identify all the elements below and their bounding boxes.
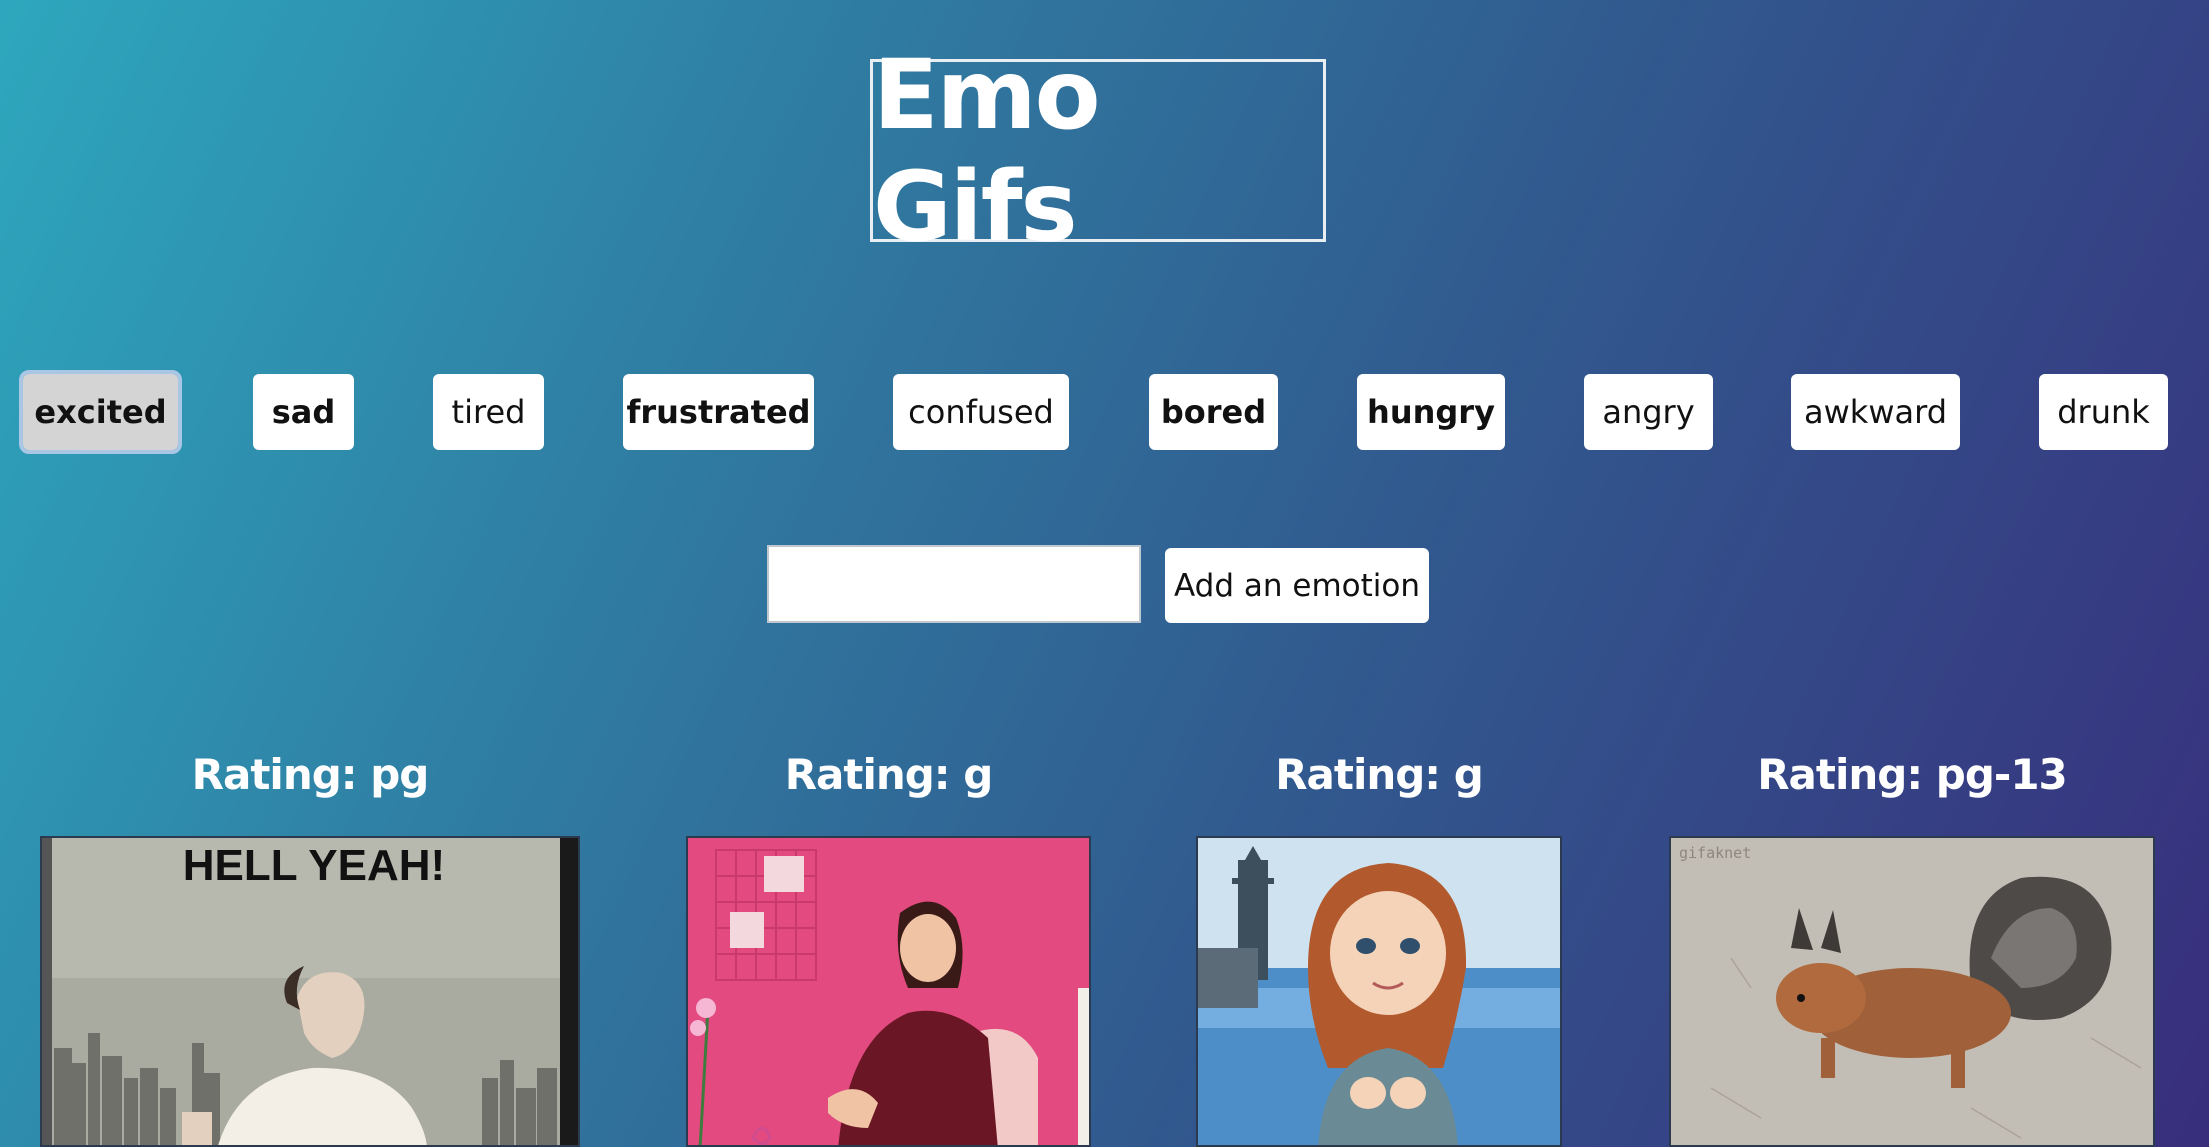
emotion-button-hungry[interactable]: hungry bbox=[1357, 374, 1505, 450]
add-emotion-button[interactable]: Add an emotion bbox=[1165, 548, 1429, 623]
emotion-input[interactable] bbox=[767, 545, 1141, 623]
emotion-button-sad[interactable]: sad bbox=[253, 374, 354, 450]
gif-rating-3: Rating: g bbox=[1275, 750, 1484, 799]
emotion-button-confused[interactable]: confused bbox=[893, 374, 1069, 450]
app-title-box: Emo Gifs bbox=[870, 39, 1326, 263]
gif-image-2[interactable] bbox=[686, 836, 1091, 1147]
gif-4-watermark: gifaknet bbox=[1679, 844, 1751, 862]
gif-3-illustration bbox=[1198, 838, 1560, 1145]
emotion-button-bored[interactable]: bored bbox=[1149, 374, 1278, 450]
gif-image-1[interactable]: HELL YEAH! bbox=[40, 836, 580, 1147]
emotion-button-angry[interactable]: angry bbox=[1584, 374, 1713, 450]
gif-image-4[interactable]: gifaknet bbox=[1669, 836, 2155, 1147]
gif-4-illustration: gifaknet bbox=[1671, 838, 2153, 1145]
gif-rating-4: Rating: pg-13 bbox=[1757, 750, 2068, 799]
gif-image-3[interactable] bbox=[1196, 836, 1562, 1147]
emotion-button-tired[interactable]: tired bbox=[433, 374, 544, 450]
gif-1-caption: HELL YEAH! bbox=[183, 841, 445, 890]
gif-rating-1: Rating: pg bbox=[191, 750, 430, 799]
gif-1-illustration: HELL YEAH! bbox=[42, 838, 578, 1145]
emotion-button-excited[interactable]: excited bbox=[19, 370, 182, 454]
emotion-button-frustrated[interactable]: frustrated bbox=[623, 374, 814, 450]
emotion-button-drunk[interactable]: drunk bbox=[2039, 374, 2168, 450]
app-title: Emo Gifs bbox=[873, 38, 1101, 263]
gif-rating-2: Rating: g bbox=[784, 750, 994, 799]
emotion-button-awkward[interactable]: awkward bbox=[1791, 374, 1960, 450]
gif-2-illustration bbox=[688, 838, 1089, 1145]
